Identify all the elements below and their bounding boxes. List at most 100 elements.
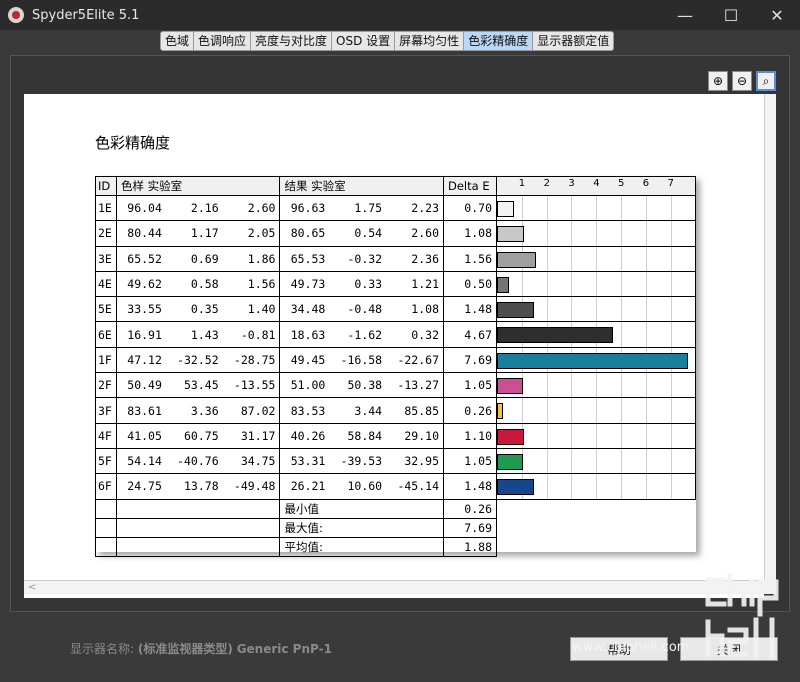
- grid-line: [571, 448, 573, 474]
- result-value: 0.33: [329, 270, 387, 298]
- empty-cell: [95, 517, 117, 538]
- grid-line: [621, 196, 622, 221]
- header-delta: Delta E: [443, 176, 497, 196]
- grid-line: [670, 474, 672, 499]
- delta-e-bar: [497, 226, 524, 243]
- grid-line: [596, 271, 598, 297]
- grid-line: [571, 297, 573, 322]
- sample-value: 87.02: [222, 397, 281, 424]
- zoom-out-icon[interactable]: ⊖: [732, 71, 752, 91]
- minimize-button[interactable]: —: [662, 0, 708, 30]
- grid-line: [571, 474, 573, 499]
- result-value: 49.45: [279, 346, 330, 374]
- color-accuracy-table: ID 色样 实验室 结果 实验室 Delta E 1 2 3 4 5 6 7 1E 96.04…: [95, 176, 696, 557]
- delta-e-bar: [497, 479, 534, 496]
- grid-line: [670, 398, 672, 423]
- grid-line: [670, 373, 672, 398]
- tab-5[interactable]: 色彩精确度: [464, 32, 534, 50]
- empty-cell: [95, 498, 117, 519]
- header-result: 结果 实验室: [279, 176, 444, 196]
- empty-bar-cell: [497, 518, 696, 537]
- close-button[interactable]: ✕: [754, 0, 800, 30]
- header-sample: 色样 实验室: [115, 176, 281, 196]
- table-row: 4F 41.05 60.75 31.17 40.26 58.84 29.10 1.10: [95, 422, 696, 449]
- tab-1[interactable]: 色调响应: [194, 32, 252, 50]
- tab-6[interactable]: 显示器额定值: [533, 32, 614, 50]
- sample-value: -13.55: [222, 372, 281, 399]
- grid-line: [521, 398, 523, 423]
- grid-line: [571, 423, 573, 448]
- grid-line: [670, 448, 672, 474]
- result-value: 32.95: [386, 447, 445, 475]
- delta-e-bar: [497, 403, 504, 420]
- result-value: 1.75: [329, 194, 387, 222]
- sample-value: 2.60: [222, 194, 281, 222]
- sample-value: 3.36: [165, 397, 223, 424]
- delta-e-bar: [497, 201, 515, 217]
- sample-value: 0.69: [165, 245, 223, 272]
- patch-id: 3F: [95, 397, 117, 424]
- monitor-name-label: 显示器名称:: [70, 642, 135, 656]
- grid-line: [546, 423, 548, 448]
- delta-e-bar-cell: [496, 473, 696, 500]
- result-value: 18.63: [279, 321, 330, 348]
- horizontal-scrollbar[interactable]: <: [24, 580, 776, 594]
- delta-e-bar-cell: [496, 296, 696, 323]
- summary-row: 最大值: 7.69: [95, 517, 696, 538]
- result-value: -0.32: [329, 245, 387, 272]
- delta-e-bar-cell: [496, 422, 696, 449]
- tab-4[interactable]: 屏幕均匀性: [395, 32, 465, 50]
- grid-line: [670, 221, 672, 246]
- zoom-fit-icon[interactable]: ⌕: [756, 71, 776, 91]
- zoom-in-icon[interactable]: ⊕: [708, 71, 728, 91]
- sample-value: -40.76: [165, 447, 223, 475]
- grid-line: [546, 474, 548, 499]
- grid-line: [621, 398, 622, 423]
- tab-2[interactable]: 亮度与对比度: [251, 32, 333, 50]
- grid-line: [571, 221, 573, 246]
- grid-line: [621, 221, 622, 246]
- tab-3[interactable]: OSD 设置: [332, 32, 396, 50]
- grid-line: [621, 322, 622, 347]
- patch-id: 4F: [95, 422, 117, 449]
- zoom-toolbar: ⊕ ⊖ ⌕: [708, 71, 776, 91]
- delta-e-value: 1.08: [443, 220, 497, 247]
- result-value: 0.54: [329, 220, 387, 247]
- result-value: 40.26: [279, 422, 330, 449]
- delta-e-value: 1.05: [443, 447, 497, 475]
- table-row: 5F 54.14 -40.76 34.75 53.31 -39.53 32.95 1.05: [95, 447, 696, 475]
- sample-value: 80.44: [115, 220, 166, 247]
- sample-value: 50.49: [115, 372, 166, 399]
- result-value: -0.48: [329, 296, 387, 323]
- sample-value: 2.05: [222, 220, 281, 247]
- patch-id: 6E: [95, 321, 117, 348]
- grid-line: [546, 448, 548, 474]
- grid-line: [621, 246, 622, 271]
- sample-value: 31.17: [222, 422, 281, 449]
- report-tabs: 色域 色调响应 亮度与对比度 OSD 设置 屏幕均匀性 色彩精确度 显示器额定值: [160, 31, 615, 51]
- sample-value: 53.45: [165, 372, 223, 399]
- result-value: 96.63: [279, 194, 330, 222]
- sample-value: 24.75: [115, 473, 166, 500]
- delta-e-bar: [497, 453, 524, 470]
- grid-line: [546, 398, 548, 423]
- grid-line: [521, 196, 523, 221]
- grid-line: [546, 196, 548, 221]
- result-value: 2.36: [386, 245, 445, 272]
- patch-id: 5F: [95, 447, 117, 475]
- result-value: 1.08: [386, 296, 445, 323]
- grid-line: [621, 423, 622, 448]
- patch-id: 3E: [95, 245, 117, 272]
- grid-line: [645, 398, 647, 423]
- sample-value: 41.05: [115, 422, 166, 449]
- sample-value: -49.48: [222, 473, 281, 500]
- result-value: 29.10: [386, 422, 445, 449]
- grid-line: [670, 271, 672, 297]
- maximize-button[interactable]: ☐: [708, 0, 754, 30]
- tab-0[interactable]: 色域: [161, 32, 195, 50]
- table-row: 6E 16.91 1.43 -0.81 18.63 -1.62 0.32 4.67: [95, 321, 696, 348]
- sample-value: 96.04: [115, 194, 166, 222]
- result-value: 1.21: [386, 270, 445, 298]
- vertical-scrollbar[interactable]: [764, 94, 776, 580]
- grid-line: [571, 373, 573, 398]
